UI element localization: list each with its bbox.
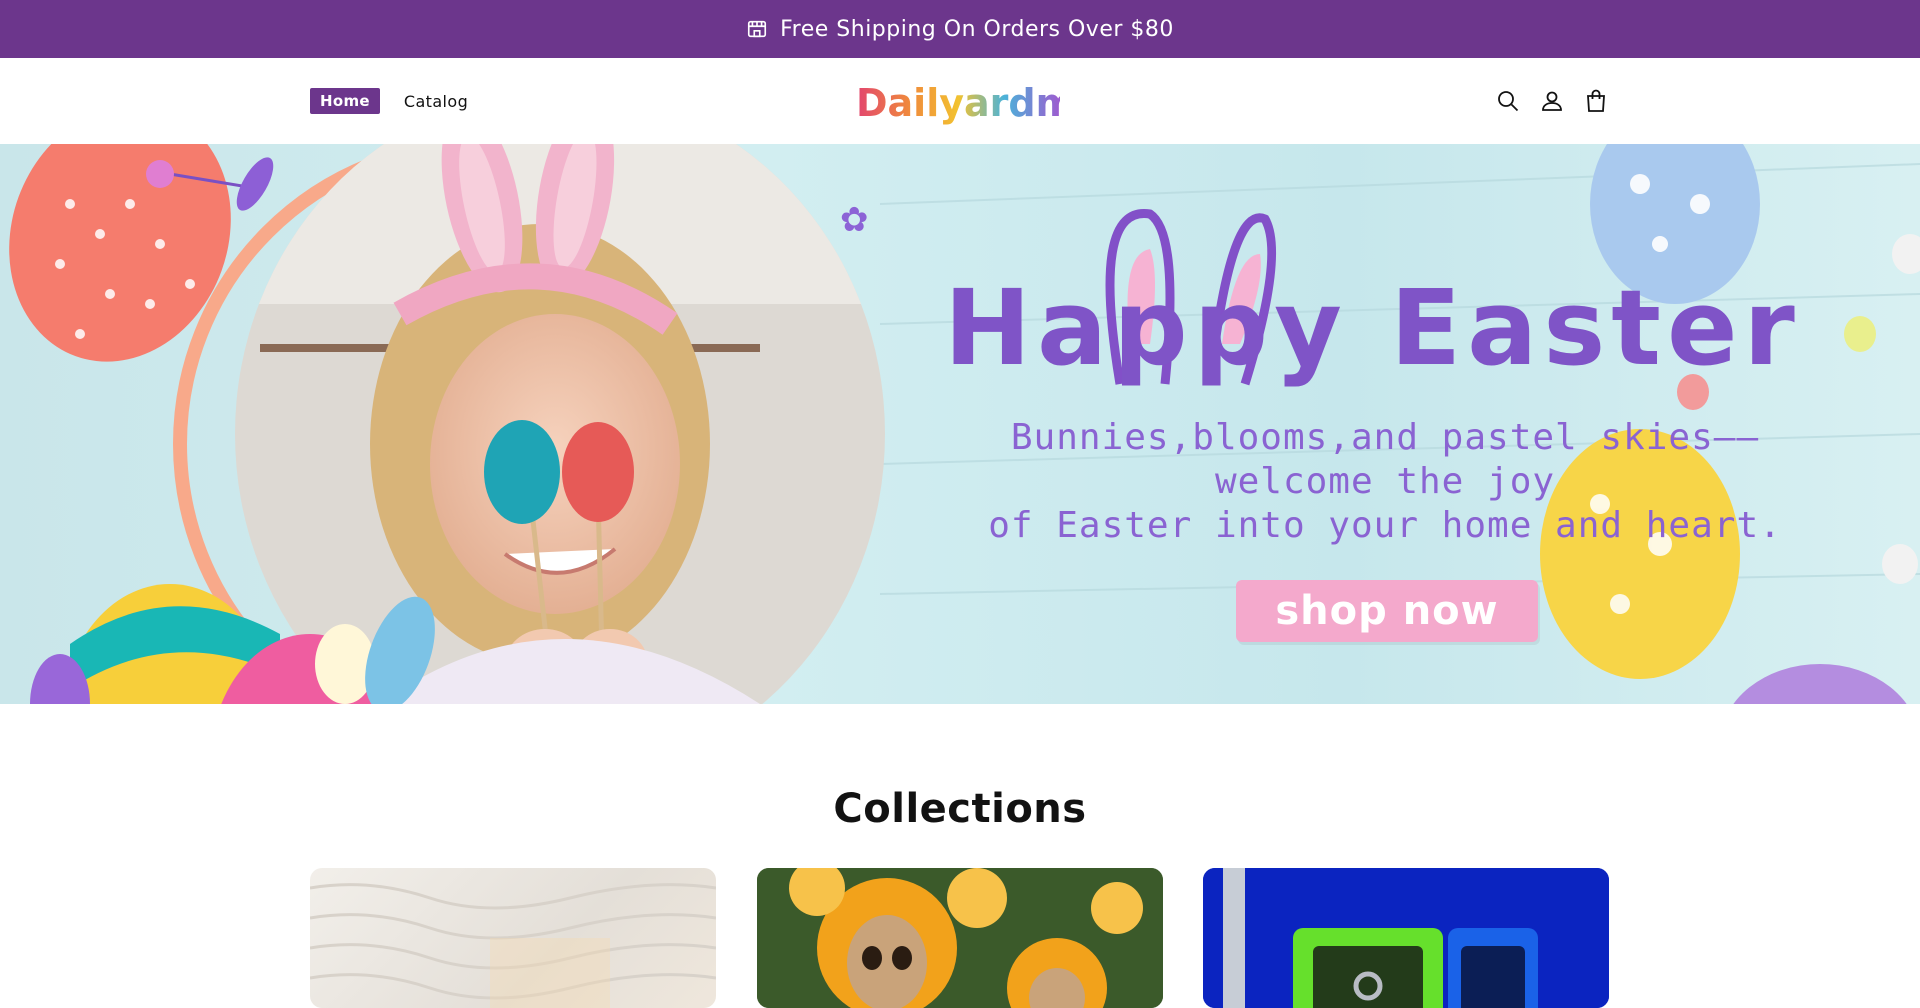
svg-text:✿: ✿ (840, 200, 869, 240)
hero-subtitle-line2: of Easter into your home and heart. (988, 505, 1782, 546)
nav-link-catalog[interactable]: Catalog (404, 92, 468, 111)
collection-card-sunflower-skull[interactable] (757, 868, 1163, 1008)
collection-card-tool-organizer[interactable] (1203, 868, 1609, 1008)
collections-heading: Collections (833, 786, 1087, 832)
nav-link-home[interactable]: Home (310, 88, 380, 114)
hero-title-text: Happy Easter (944, 267, 1801, 389)
site-header: Home Catalog Dailyardmax (0, 58, 1920, 144)
announcement-text: Free Shipping On Orders Over $80 (780, 16, 1174, 42)
announcement-bar: Free Shipping On Orders Over $80 (0, 0, 1920, 58)
blue-tool-organizer-image (1203, 868, 1609, 1008)
header-icons (1496, 58, 1608, 144)
knit-blanket-image (310, 883, 716, 1008)
hero-banner[interactable]: ✿ Happy Easter Bunnies,blooms,and pastel… (0, 144, 1920, 704)
hero-subtitle: Bunnies,blooms,and pastel skies——welcome… (940, 416, 1830, 548)
site-logo[interactable]: Dailyardmax (850, 74, 1060, 130)
cart-icon[interactable] (1584, 89, 1608, 113)
hero-title: Happy Easter (944, 267, 1801, 389)
account-icon[interactable] (1540, 89, 1564, 113)
main-nav: Home Catalog (310, 58, 468, 144)
store-icon (748, 20, 767, 38)
logo-text: Dailyardmax (856, 81, 1060, 125)
sunflower-skull-image (757, 868, 1163, 1008)
hero-subtitle-line1: Bunnies,blooms,and pastel skies——welcome… (1010, 417, 1760, 502)
shop-now-button[interactable]: shop now (1236, 580, 1538, 642)
collection-card-knit-blanket[interactable] (310, 868, 716, 1008)
search-icon[interactable] (1496, 89, 1520, 113)
